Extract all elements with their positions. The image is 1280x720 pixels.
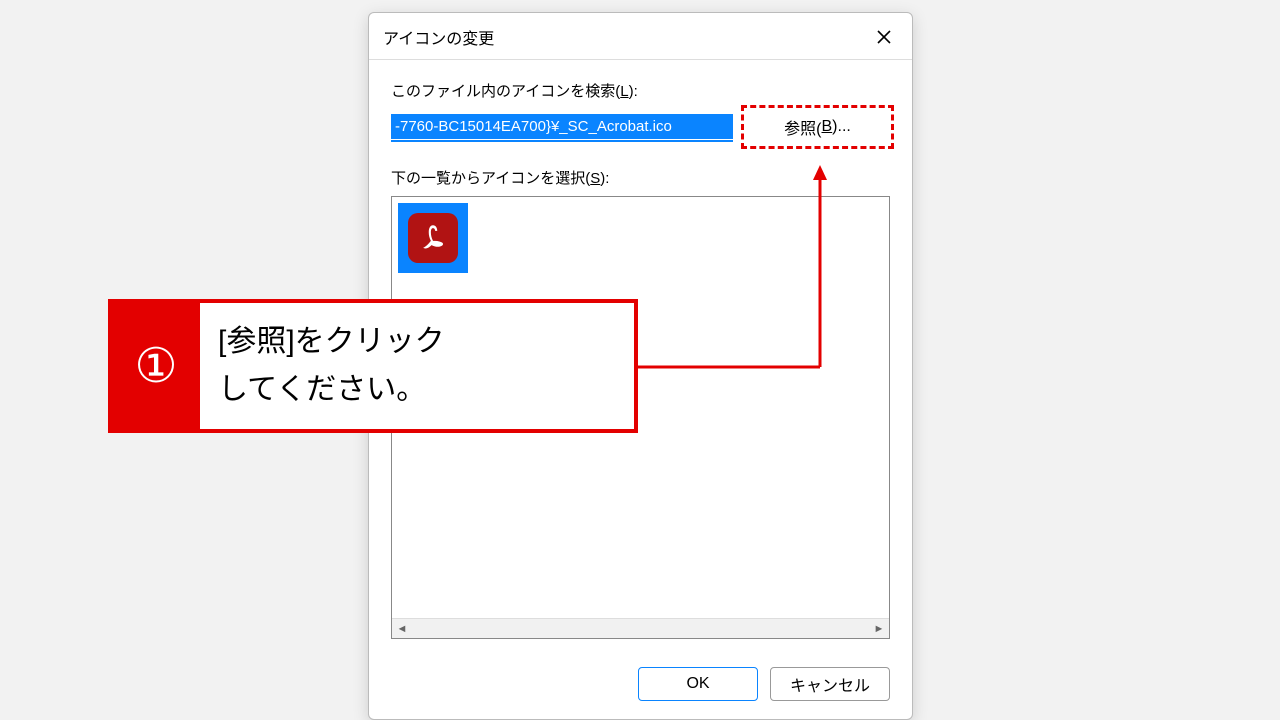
path-input[interactable]: -7760-BC15014EA700}¥_SC_Acrobat.ico bbox=[391, 114, 733, 139]
select-label: 下の一覧からアイコンを選択(S): bbox=[391, 167, 890, 188]
close-button[interactable] bbox=[870, 23, 898, 51]
button-row: OK キャンセル bbox=[369, 649, 912, 719]
dialog-title: アイコンの変更 bbox=[383, 25, 494, 49]
instruction-callout: ① [参照]をクリック してください。 bbox=[108, 299, 638, 433]
titlebar: アイコンの変更 bbox=[369, 13, 912, 60]
close-icon bbox=[877, 30, 891, 44]
callout-number: ① bbox=[112, 303, 200, 429]
scroll-left-icon[interactable]: ◄ bbox=[392, 619, 412, 639]
path-row: -7760-BC15014EA700}¥_SC_Acrobat.ico 参照(B… bbox=[391, 109, 890, 145]
callout-text: [参照]をクリック してください。 bbox=[200, 303, 634, 429]
cancel-button[interactable]: キャンセル bbox=[770, 667, 890, 701]
scroll-right-icon[interactable]: ► bbox=[869, 619, 889, 639]
horizontal-scrollbar[interactable]: ◄ ► bbox=[392, 618, 889, 638]
acrobat-icon bbox=[408, 213, 458, 263]
ok-button[interactable]: OK bbox=[638, 667, 758, 701]
browse-button[interactable]: 参照(B)... bbox=[745, 109, 890, 145]
path-input-wrap[interactable]: -7760-BC15014EA700}¥_SC_Acrobat.ico bbox=[391, 112, 733, 142]
icon-item-acrobat[interactable] bbox=[398, 203, 468, 273]
search-label: このファイル内のアイコンを検索(L): bbox=[391, 80, 890, 101]
